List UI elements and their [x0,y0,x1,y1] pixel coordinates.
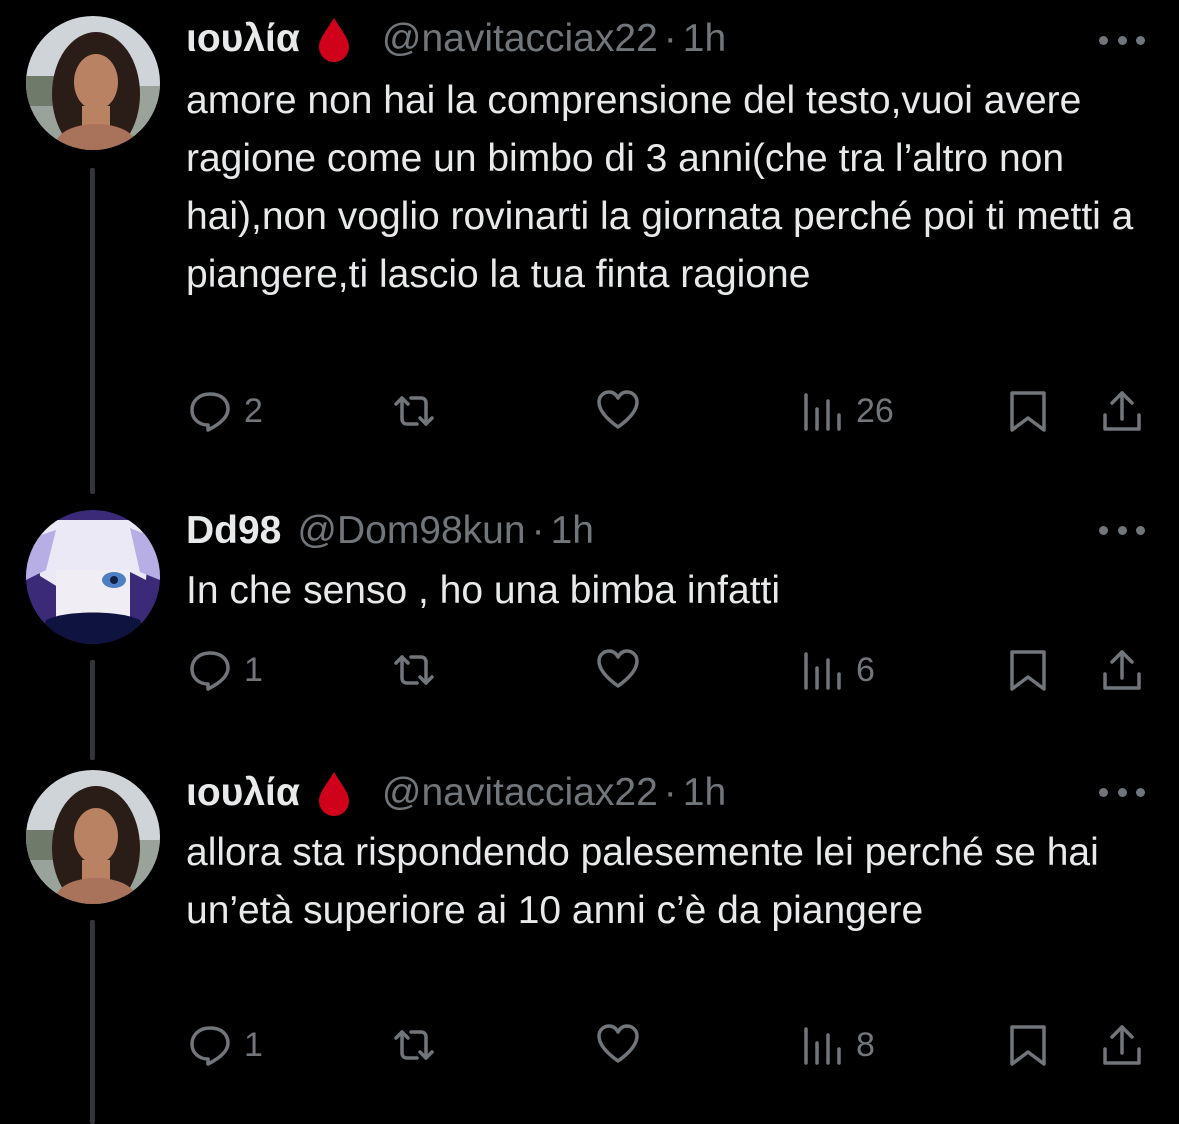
like-button[interactable] [596,1020,640,1070]
reply-count: 1 [244,1025,263,1064]
retweet-button[interactable] [392,386,436,436]
tweet-actions: 1 6 [0,645,1179,695]
tweet[interactable]: Dd98 @Dom98kun · 1h In che senso , ho un… [0,500,1179,730]
user-handle[interactable]: @navitacciax22 [382,17,658,61]
share-icon [1103,391,1141,431]
reply-icon [190,392,230,432]
reply-button[interactable]: 1 [188,645,263,695]
display-name[interactable]: Dd98 [186,509,281,553]
avatar-image [26,770,160,904]
reply-button[interactable]: 1 [188,1020,263,1070]
tweet-header: ιουλία @navitacciax22 · 1h [186,14,726,64]
tweet-text: allora sta rispondendo palesemente lei p… [186,831,1099,932]
avatar-image [26,510,160,644]
reply-count: 2 [244,391,263,430]
separator-dot: · [531,509,545,552]
retweet-icon [394,655,434,685]
retweet-button[interactable] [392,1020,436,1070]
tweet-text: amore non hai la comprensione del testo,… [186,79,1134,296]
share-icon [1103,650,1141,690]
avatar[interactable] [26,770,160,904]
share-button[interactable] [1100,1020,1144,1070]
avatar[interactable] [26,16,160,150]
user-handle[interactable]: @Dom98kun [297,509,525,553]
tweet-actions: 1 8 [0,1020,1179,1070]
tweet-actions: 2 26 [0,386,1179,436]
drop-of-blood-icon [318,772,349,816]
more-options-icon[interactable] [1099,30,1145,50]
timestamp[interactable]: 1h [551,509,594,553]
views-button[interactable]: 6 [800,645,875,695]
tweet-header: ιουλία @navitacciax22 · 1h [186,768,726,818]
tweet-header: Dd98 @Dom98kun · 1h [186,506,594,556]
bookmark-button[interactable] [1006,1020,1050,1070]
tweet[interactable]: ιουλία @navitacciax22 · 1h allora sta ri… [0,760,1179,1124]
reply-icon [190,651,230,691]
more-options-icon[interactable] [1099,782,1145,802]
display-name[interactable]: ιουλία [186,771,300,815]
timestamp[interactable]: 1h [683,771,726,815]
heart-icon [597,649,639,688]
bookmark-icon [1010,650,1046,691]
avatar-image [26,16,160,150]
reply-icon [190,1026,230,1066]
display-name[interactable]: ιουλία [186,17,300,61]
views-button[interactable]: 8 [800,1020,875,1070]
user-handle[interactable]: @navitacciax22 [382,771,658,815]
retweet-button[interactable] [392,645,436,695]
like-button[interactable] [596,386,640,436]
separator-dot: · [663,771,677,814]
share-button[interactable] [1100,386,1144,436]
reply-button[interactable]: 2 [188,386,263,436]
tweet-text: In che senso , ho una bimba infatti [186,569,781,612]
more-options-icon[interactable] [1099,520,1145,540]
bookmark-button[interactable] [1006,645,1050,695]
retweet-icon [394,1030,434,1060]
avatar[interactable] [26,510,160,644]
drop-of-blood-icon [318,18,349,62]
views-count: 26 [856,391,894,430]
reply-count: 1 [244,650,263,689]
separator-dot: · [663,17,677,60]
views-button[interactable]: 26 [800,386,894,436]
share-icon [1103,1025,1141,1065]
share-button[interactable] [1100,645,1144,695]
bookmark-icon [1010,391,1046,432]
heart-icon [597,390,639,429]
views-chart-icon [804,1027,841,1065]
bookmark-button[interactable] [1006,386,1050,436]
retweet-icon [394,396,434,426]
views-chart-icon [804,393,841,431]
views-count: 8 [856,1025,875,1064]
tweet[interactable]: ιουλία @navitacciax22 · 1h amore non hai… [0,0,1179,480]
views-count: 6 [856,650,875,689]
bookmark-icon [1010,1025,1046,1066]
like-button[interactable] [596,645,640,695]
heart-icon [597,1024,639,1063]
views-chart-icon [804,652,841,690]
timestamp[interactable]: 1h [683,17,726,61]
